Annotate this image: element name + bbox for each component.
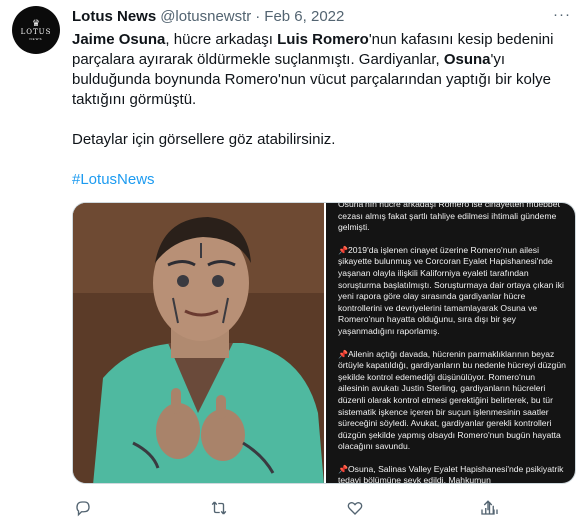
avatar-brand-text: LOTUS bbox=[20, 28, 52, 36]
mention-name-osuna-2: Osuna bbox=[443, 51, 491, 68]
display-name[interactable]: Lotus News bbox=[72, 8, 156, 26]
lotus-logo-icon: ♛ bbox=[31, 18, 41, 28]
tweet-header: Lotus News @lotusnewstr · Feb 6, 2022 bbox=[72, 8, 344, 26]
user-handle[interactable]: @lotusnewstr bbox=[160, 8, 251, 26]
card-paragraph-text: Ailenin açtığı davada, hücrenin parmaklı… bbox=[338, 348, 566, 452]
avatar-sub-text: NEWS bbox=[29, 37, 43, 41]
like-button[interactable] bbox=[344, 498, 366, 518]
tweet-paragraph-2: Detaylar için görsellere göz atabilirsin… bbox=[72, 131, 336, 148]
mention-name-romero: Luis Romero bbox=[277, 31, 369, 48]
pushpin-icon: 📌 bbox=[338, 245, 348, 255]
tweet-paragraph-1: Jaime Osuna, hücre arkadaşı Luis Romero'… bbox=[72, 30, 572, 110]
tweet-actions bbox=[72, 497, 502, 519]
card-paragraph-text: Osuna, Salinas Valley Eyalet Hapishanesi… bbox=[338, 463, 564, 483]
header-separator: · bbox=[255, 8, 261, 25]
retweet-button[interactable] bbox=[208, 498, 230, 518]
tweet-media[interactable]: Osuna'nın hücre arkadaşı Romero ise cina… bbox=[72, 202, 576, 484]
share-button[interactable] bbox=[477, 498, 499, 518]
card-paragraph-text: 2019'da işlenen cinayet üzerine Romero'n… bbox=[338, 244, 564, 336]
like-icon bbox=[347, 501, 363, 515]
mention-name-osuna: Jaime Osuna bbox=[72, 31, 166, 48]
pushpin-icon: 📌 bbox=[338, 349, 348, 359]
card-paragraph: Osuna'nın hücre arkadaşı Romero ise cina… bbox=[338, 203, 560, 233]
share-icon bbox=[481, 500, 495, 515]
pushpin-icon: 📌 bbox=[338, 464, 348, 474]
more-options-icon[interactable]: ··· bbox=[553, 6, 571, 24]
card-paragraph: 📌Ailenin açtığı davada, hücrenin parmakl… bbox=[338, 349, 567, 453]
card-paragraph: 📌2019'da işlenen cinayet üzerine Romero'… bbox=[338, 245, 567, 338]
media-text-card[interactable]: Osuna'nın hücre arkadaşı Romero ise cina… bbox=[326, 203, 575, 483]
card-paragraph: 📌Osuna, Salinas Valley Eyalet Hapishanes… bbox=[338, 464, 567, 483]
retweet-icon bbox=[211, 501, 227, 515]
media-photo[interactable] bbox=[73, 203, 324, 483]
tweet-text-segment: , hücre arkadaşı bbox=[165, 31, 278, 48]
hashtag-link[interactable]: #LotusNews bbox=[72, 170, 572, 190]
profile-avatar[interactable]: ♛ LOTUS NEWS bbox=[12, 6, 60, 54]
prisoner-photo-illustration bbox=[73, 203, 324, 483]
tweet-body: Jaime Osuna, hücre arkadaşı Luis Romero'… bbox=[72, 30, 572, 190]
tweet-date[interactable]: Feb 6, 2022 bbox=[264, 8, 344, 26]
reply-button[interactable] bbox=[72, 498, 94, 518]
reply-icon bbox=[76, 501, 90, 517]
